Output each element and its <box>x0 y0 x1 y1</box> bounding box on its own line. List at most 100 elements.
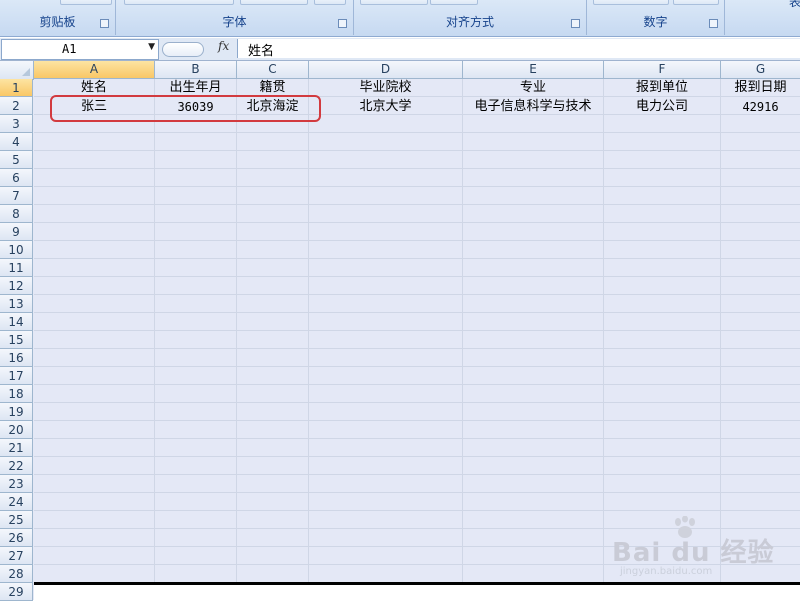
watermark-url: jingyan.baidu.com <box>620 566 713 577</box>
row-header-25[interactable]: 25 <box>0 511 33 529</box>
watermark: Bai du 经验 jingyan.baidu.com <box>612 516 800 580</box>
grid-line <box>34 132 800 133</box>
grid-line <box>34 312 800 313</box>
grid-line <box>34 420 800 421</box>
ribbon-group-font: 字体 <box>116 0 354 35</box>
ribbon-control[interactable] <box>60 0 112 5</box>
cell-g1[interactable]: 报到日期 <box>721 79 800 97</box>
grid-line <box>154 79 155 600</box>
column-header-g[interactable]: G <box>721 61 800 79</box>
formula-tools: fx <box>160 39 236 58</box>
row-header-17[interactable]: 17 <box>0 367 33 385</box>
font-label: 字体 <box>222 15 247 29</box>
cell-e1[interactable]: 专业 <box>463 79 603 97</box>
grid-line <box>34 294 800 295</box>
row-header-23[interactable]: 23 <box>0 475 33 493</box>
name-box-value: A1 <box>62 42 77 56</box>
ribbon-control[interactable] <box>314 0 346 5</box>
row-header-13[interactable]: 13 <box>0 295 33 313</box>
dialog-launcher-icon[interactable] <box>338 19 347 28</box>
row-header-15[interactable]: 15 <box>0 331 33 349</box>
alignment-label: 对齐方式 <box>445 15 494 29</box>
grid-line <box>34 222 800 223</box>
row-header-11[interactable]: 11 <box>0 259 33 277</box>
font-name-box[interactable] <box>124 0 234 5</box>
row-header-10[interactable]: 10 <box>0 241 33 259</box>
grid-line <box>34 276 800 277</box>
clipboard-label: 剪贴板 <box>39 15 76 29</box>
dialog-launcher-icon[interactable] <box>100 19 109 28</box>
grid-line <box>34 204 800 205</box>
grid-line <box>34 330 800 331</box>
chevron-down-icon[interactable]: ▼ <box>148 42 155 52</box>
number-label: 数字 <box>643 15 668 29</box>
column-header-e[interactable]: E <box>463 61 604 79</box>
grid-line <box>462 79 463 600</box>
watermark-logo: Bai du 经验 <box>612 538 775 568</box>
dialog-launcher-icon[interactable] <box>571 19 580 28</box>
row-header-9[interactable]: 9 <box>0 223 33 241</box>
grid-line <box>34 348 800 349</box>
grid-line <box>34 384 800 385</box>
grid-line <box>34 402 800 403</box>
formula-content: 姓名 <box>248 44 275 59</box>
grid-line <box>308 79 309 600</box>
row-header-28[interactable]: 28 <box>0 565 33 583</box>
row-header-18[interactable]: 18 <box>0 385 33 403</box>
insert-function-icon[interactable]: fx <box>218 39 229 53</box>
grid-line <box>603 79 604 600</box>
formula-bar: A1 ▼ fx 姓名 <box>0 38 800 61</box>
column-header-c[interactable]: C <box>237 61 309 79</box>
row-header-6[interactable]: 6 <box>0 169 33 187</box>
grid-line <box>34 456 800 457</box>
font-size-box[interactable] <box>240 0 308 5</box>
ribbon-control[interactable] <box>673 0 719 5</box>
row-header-16[interactable]: 16 <box>0 349 33 367</box>
formula-bar-toggle[interactable] <box>162 42 204 57</box>
row-header-3[interactable]: 3 <box>0 115 33 133</box>
column-header-f[interactable]: F <box>604 61 721 79</box>
cell-d1[interactable]: 毕业院校 <box>309 79 462 97</box>
dialog-launcher-icon[interactable] <box>709 19 718 28</box>
grid-line <box>34 474 800 475</box>
cell-f1[interactable]: 报到单位 <box>604 79 720 97</box>
row-header-5[interactable]: 5 <box>0 151 33 169</box>
grid-line <box>34 186 800 187</box>
grid-line <box>34 366 800 367</box>
row-header-27[interactable]: 27 <box>0 547 33 565</box>
row-header-19[interactable]: 19 <box>0 403 33 421</box>
ribbon-control[interactable] <box>430 0 478 5</box>
column-header-a[interactable]: A <box>34 61 155 79</box>
ribbon-group-table: 表 <box>725 0 800 35</box>
row-header-12[interactable]: 12 <box>0 277 33 295</box>
ribbon-control[interactable] <box>360 0 428 5</box>
row-header-24[interactable]: 24 <box>0 493 33 511</box>
ribbon-group-number: 数字 <box>587 0 725 35</box>
ribbon: 剪贴板 字体 对齐方式 数字 表 <box>0 0 800 37</box>
row-header-4[interactable]: 4 <box>0 133 33 151</box>
row-header-22[interactable]: 22 <box>0 457 33 475</box>
ribbon-group-alignment: 对齐方式 <box>354 0 587 35</box>
grid-line <box>34 258 800 259</box>
column-header-d[interactable]: D <box>309 61 463 79</box>
select-all-button[interactable] <box>0 61 34 80</box>
number-format-box[interactable] <box>593 0 669 5</box>
table-label: 表 <box>788 0 800 9</box>
highlight-annotation <box>50 95 321 122</box>
column-header-b[interactable]: B <box>155 61 237 79</box>
name-box[interactable]: A1 ▼ <box>1 39 159 60</box>
row-header-1[interactable]: 1 <box>0 79 33 97</box>
row-header-21[interactable]: 21 <box>0 439 33 457</box>
grid-line <box>34 492 800 493</box>
grid-line <box>34 150 800 151</box>
formula-input[interactable]: 姓名 <box>237 39 800 59</box>
row-header-7[interactable]: 7 <box>0 187 33 205</box>
grid-line <box>34 168 800 169</box>
row-header-8[interactable]: 8 <box>0 205 33 223</box>
row-header-14[interactable]: 14 <box>0 313 33 331</box>
row-header-20[interactable]: 20 <box>0 421 33 439</box>
row-header-2[interactable]: 2 <box>0 97 33 115</box>
grid-line <box>236 79 237 600</box>
row-header-29[interactable]: 29 <box>0 583 33 601</box>
row-header-26[interactable]: 26 <box>0 529 33 547</box>
